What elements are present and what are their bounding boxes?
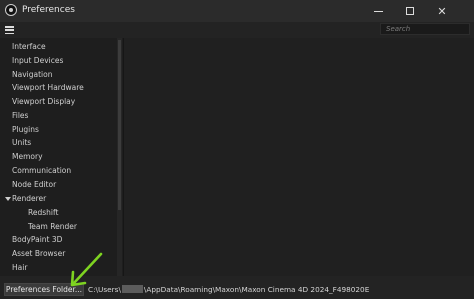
annotation-arrow-icon xyxy=(70,252,103,287)
sidebar-item-hair[interactable]: Hair xyxy=(12,262,27,274)
preferences-path: C:\Users\ \AppData\Roaming\Maxon\Maxon Ci… xyxy=(88,285,369,294)
path-suffix: \AppData\Roaming\Maxon\Maxon Cinema 4D 2… xyxy=(143,285,370,294)
sidebar-item-units[interactable]: Units xyxy=(12,137,31,149)
sidebar-item-asset-browser[interactable]: Asset Browser xyxy=(12,248,65,260)
sidebar-item-plugins[interactable]: Plugins xyxy=(12,124,39,136)
sidebar-item-viewport-hardware[interactable]: Viewport Hardware xyxy=(12,82,84,94)
minimize-button[interactable] xyxy=(364,0,392,22)
sidebar-item-renderer[interactable]: Renderer xyxy=(12,193,46,205)
sidebar-item-communication[interactable]: Communication xyxy=(12,165,71,177)
menu-icon[interactable] xyxy=(5,26,14,34)
minimize-icon xyxy=(373,10,383,12)
sidebar-item-memory[interactable]: Memory xyxy=(12,151,43,163)
sidebar-item-input-devices[interactable]: Input Devices xyxy=(12,55,63,67)
search-input[interactable]: Search xyxy=(380,23,470,35)
cinema4d-logo-icon xyxy=(5,4,17,16)
sidebar-item-team-render[interactable]: Team Render xyxy=(28,221,77,233)
maximize-button[interactable] xyxy=(396,0,424,22)
sidebar-item-redshift[interactable]: Redshift xyxy=(28,207,58,219)
sidebar-item-node-editor[interactable]: Node Editor xyxy=(12,179,56,191)
chevron-down-icon[interactable] xyxy=(5,197,11,201)
maximize-icon xyxy=(406,7,414,15)
window-title: Preferences xyxy=(22,5,75,15)
sidebar-item-viewport-display[interactable]: Viewport Display xyxy=(12,96,75,108)
sidebar-item-navigation[interactable]: Navigation xyxy=(12,69,52,81)
sidebar-item-bodypaint-3d[interactable]: BodyPaint 3D xyxy=(12,234,62,246)
close-icon: ✕ xyxy=(437,4,447,18)
sidebar-scrollbar-thumb[interactable] xyxy=(118,40,121,210)
title-bar: Preferences ✕ xyxy=(0,0,474,22)
sidebar-item-interface[interactable]: Interface xyxy=(12,41,46,53)
sidebar-item-files[interactable]: Files xyxy=(12,110,28,122)
redacted-username xyxy=(121,285,143,293)
settings-panel xyxy=(124,38,474,276)
close-button[interactable]: ✕ xyxy=(428,0,456,22)
